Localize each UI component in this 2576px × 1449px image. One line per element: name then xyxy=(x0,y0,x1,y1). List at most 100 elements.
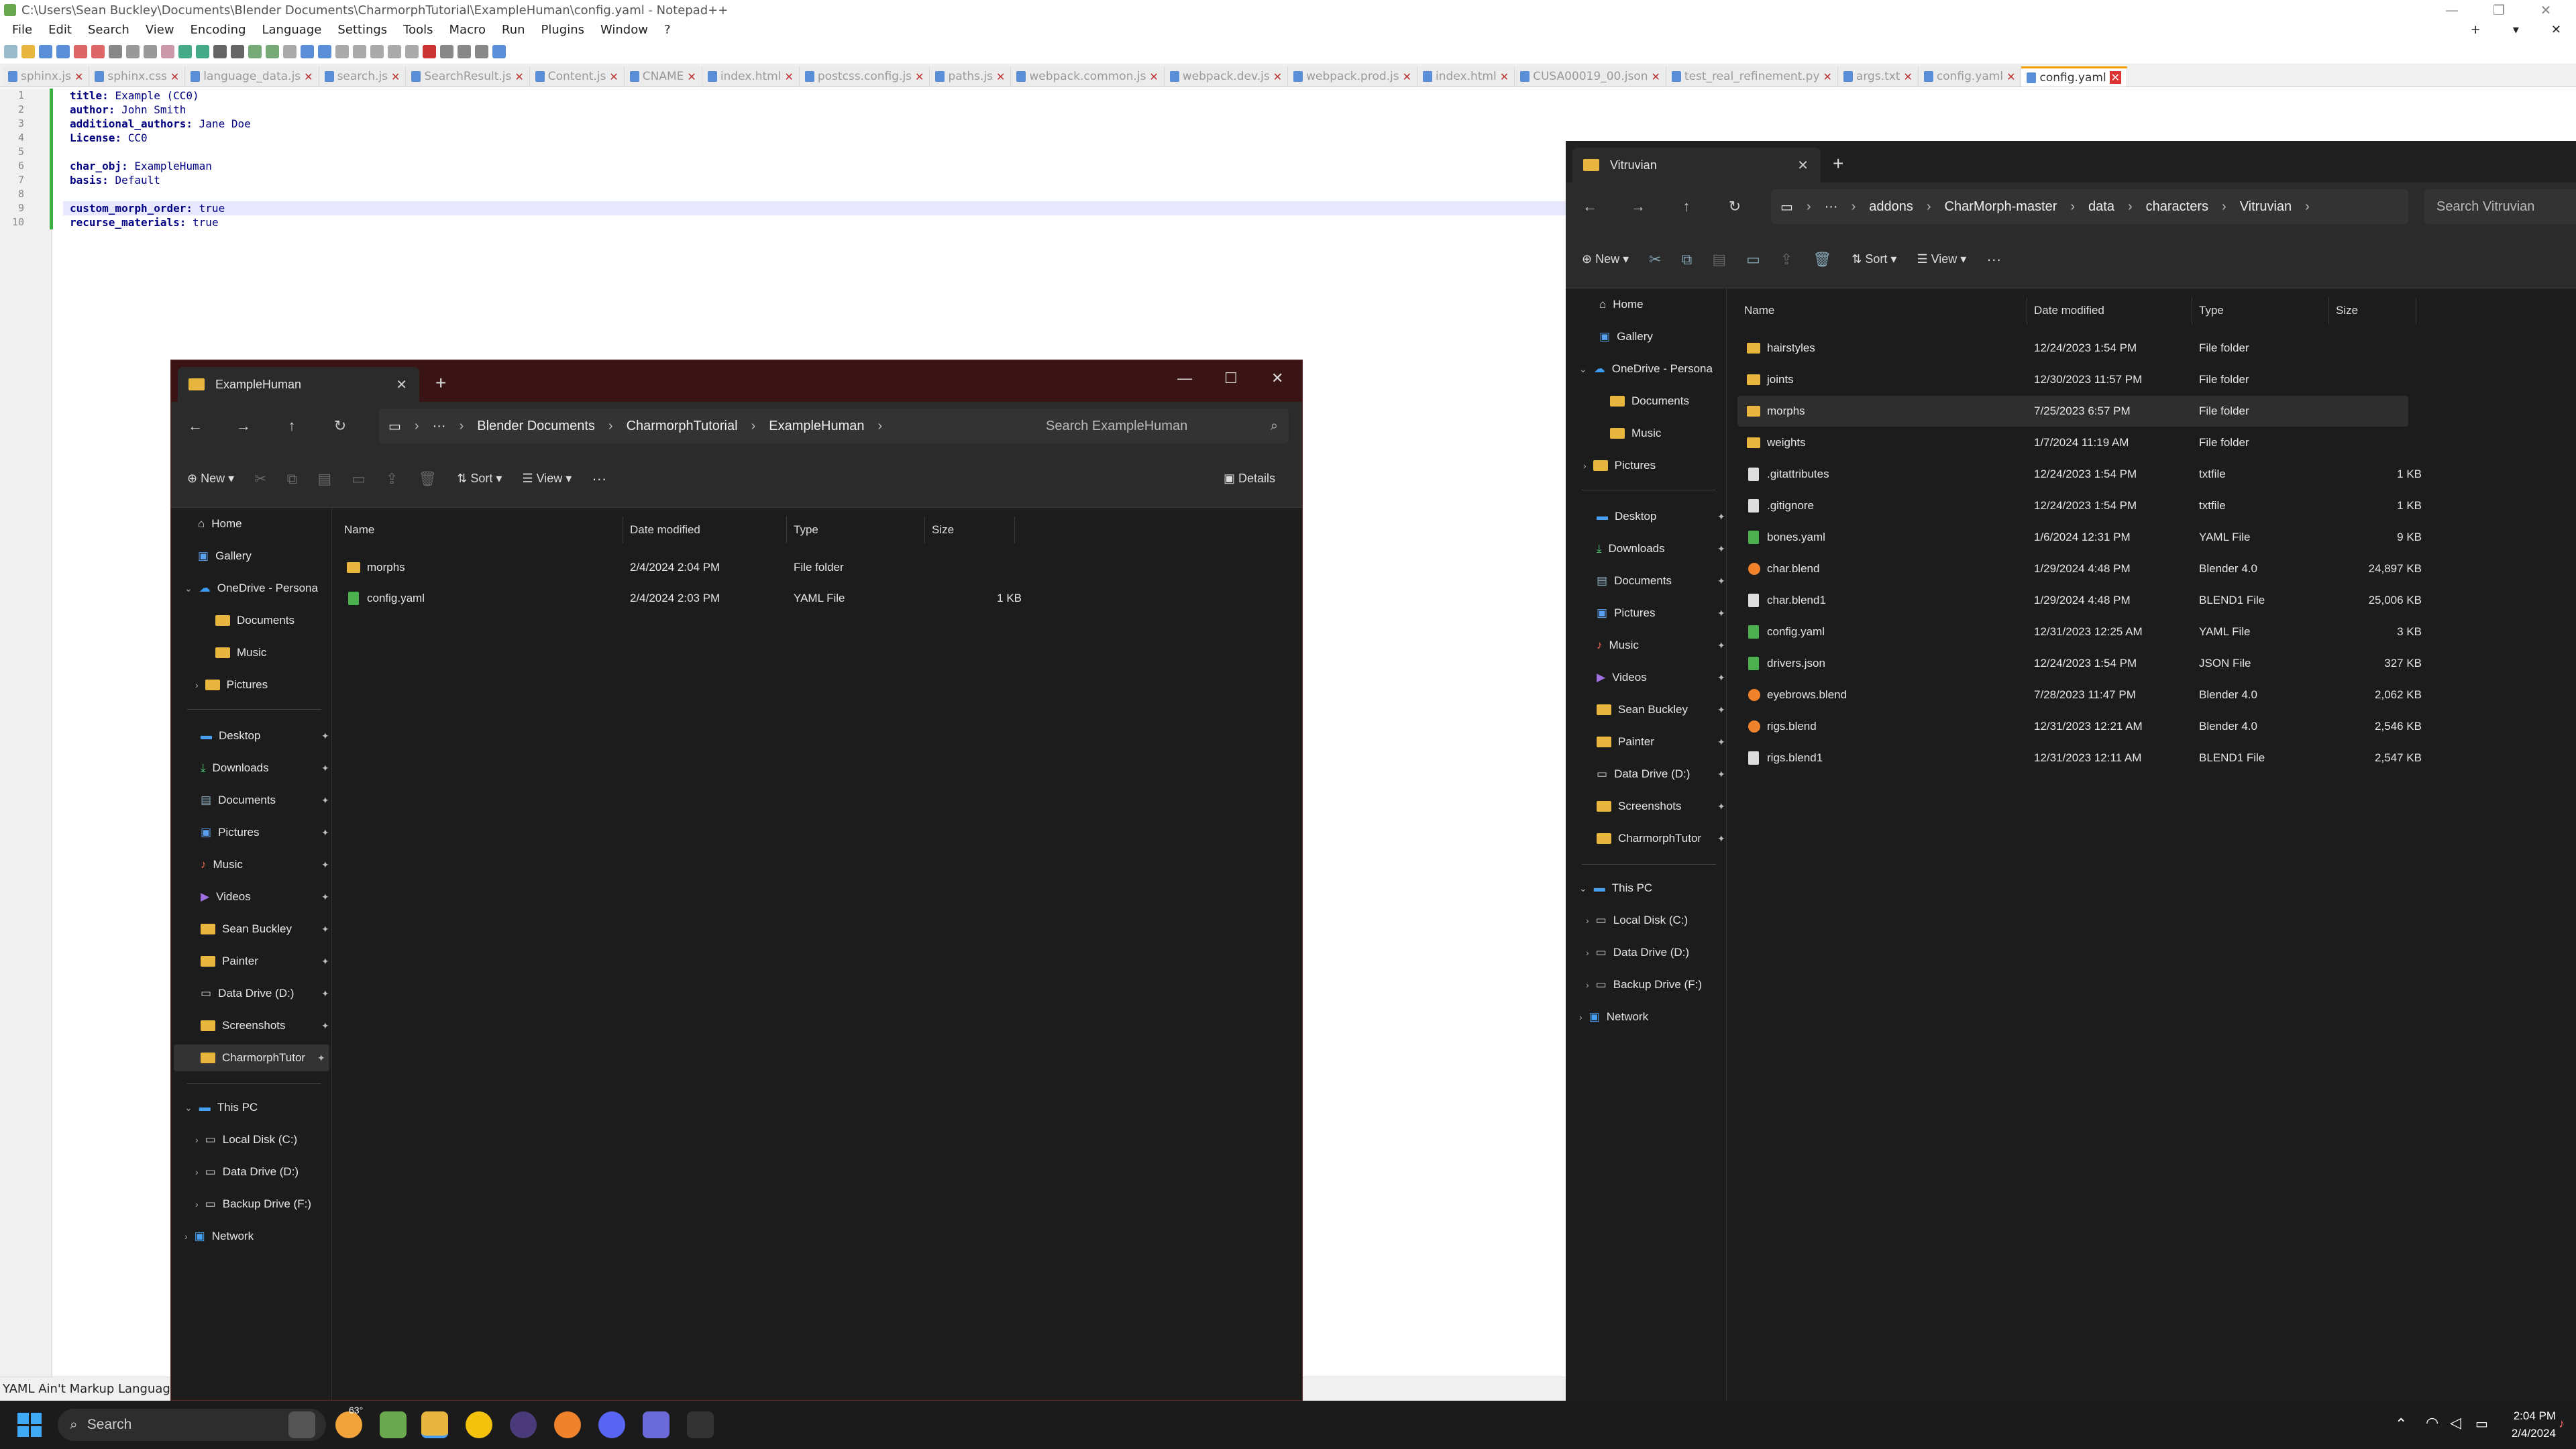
function-list-icon[interactable] xyxy=(370,44,384,58)
sort-button[interactable]: ⇅ Sort ▾ xyxy=(457,472,502,486)
wifi-icon[interactable]: ◠ xyxy=(2426,1414,2438,1432)
file-explorer-icon[interactable] xyxy=(421,1411,448,1438)
up-arrow-icon[interactable]: ↑ xyxy=(268,417,316,435)
blender-icon[interactable] xyxy=(554,1411,581,1438)
breadcrumb-item[interactable]: ExampleHuman xyxy=(769,419,864,434)
close-icon[interactable]: ✕ xyxy=(1149,70,1158,83)
breadcrumb-item[interactable]: Blender Documents xyxy=(477,419,595,434)
column-name[interactable]: Name xyxy=(337,517,623,543)
file-tab[interactable]: webpack.prod.js ✕ xyxy=(1288,66,1418,87)
file-tab[interactable]: webpack.common.js ✕ xyxy=(1011,66,1165,87)
notification-bell-icon[interactable]: ♪ xyxy=(2559,1417,2565,1431)
nav-charmorphtutorial[interactable]: CharmorphTutor ✦ xyxy=(174,1044,329,1071)
close-icon[interactable]: ✕ xyxy=(2006,70,2015,83)
close-button[interactable]: ✕ xyxy=(1271,370,1283,387)
delete-icon[interactable]: 🗑 xyxy=(418,470,437,488)
save-macro-icon[interactable] xyxy=(492,44,506,58)
close-icon[interactable]: ✕ xyxy=(609,70,618,83)
chevron-down-icon[interactable]: ⌄ xyxy=(1579,883,1587,894)
search-box[interactable]: Search Vitruvian xyxy=(2424,189,2576,224)
paste-icon[interactable]: ▤ xyxy=(317,470,331,488)
nav-local-disk[interactable]: › ▭ Local Disk (C:) xyxy=(1586,907,1688,934)
close-icon[interactable]: ✕ xyxy=(1652,70,1660,83)
column-date-modified[interactable]: Date modified xyxy=(2027,297,2192,324)
nav-data-drive-pc[interactable]: › ▭ Data Drive (D:) xyxy=(1586,939,1689,966)
monitoring-icon[interactable] xyxy=(405,44,419,58)
close-icon[interactable]: ✕ xyxy=(515,70,523,83)
nav-onedrive[interactable]: ⌄ ☁ OneDrive - Persona xyxy=(1579,356,1713,382)
chevron-up-icon[interactable]: ⌃ xyxy=(2395,1415,2407,1433)
folder-workspace-icon[interactable] xyxy=(388,44,401,58)
save-icon[interactable] xyxy=(39,44,52,58)
cut-icon[interactable]: ✂ xyxy=(254,470,266,488)
new-file-icon[interactable] xyxy=(4,44,17,58)
column-size[interactable]: Size xyxy=(2329,297,2416,324)
save-all-icon[interactable] xyxy=(56,44,70,58)
minimize-button[interactable]: — xyxy=(1177,370,1192,387)
paste-icon[interactable] xyxy=(161,44,174,58)
refresh-icon[interactable]: ↻ xyxy=(316,417,364,435)
file-row[interactable]: config.yaml 2/4/2024 2:03 PM YAML File 1… xyxy=(337,583,1022,614)
explorer-tab[interactable]: ExampleHuman ✕ xyxy=(178,367,419,402)
file-tab[interactable]: sphinx.js ✕ xyxy=(3,66,90,87)
menu-view[interactable]: View xyxy=(138,23,182,37)
discord-icon[interactable] xyxy=(598,1411,625,1438)
chevron-right-icon[interactable]: › xyxy=(1579,1012,1582,1022)
nav-desktop[interactable]: ▬ Desktop ✦ xyxy=(1597,503,1725,530)
zoom-in-icon[interactable] xyxy=(248,44,262,58)
file-tab[interactable]: index.html ✕ xyxy=(702,66,800,87)
nav-onedrive-documents[interactable]: Documents xyxy=(1610,388,1689,415)
nav-onedrive-documents[interactable]: Documents xyxy=(215,607,294,634)
indent-guide-icon[interactable] xyxy=(335,44,349,58)
close-icon[interactable]: ✕ xyxy=(1273,70,1282,83)
more-path-icon[interactable]: ··· xyxy=(433,419,446,434)
chevron-right-icon[interactable]: › xyxy=(1586,947,1589,958)
file-tab[interactable]: config.yaml ✕ xyxy=(1918,66,2022,87)
menu-tools[interactable]: Tools xyxy=(395,23,441,37)
chevron-right-icon[interactable]: › xyxy=(195,1134,199,1145)
show-all-chars-icon[interactable] xyxy=(318,44,331,58)
sync-scroll-icon[interactable] xyxy=(283,44,297,58)
file-row[interactable]: config.yaml 12/31/2023 12:25 AM YAML File 3… xyxy=(1737,616,2422,647)
nav-this-pc[interactable]: ⌄ ▬ This PC xyxy=(1579,875,1652,902)
more-options-icon[interactable]: ··· xyxy=(1986,251,2001,268)
chevron-down-icon[interactable]: ⌄ xyxy=(1579,364,1587,375)
nav-downloads[interactable]: ⤓ Downloads ✦ xyxy=(1597,535,1725,562)
breadcrumb-item[interactable]: data xyxy=(2088,199,2114,215)
refresh-icon[interactable]: ↻ xyxy=(1711,198,1759,215)
share-icon[interactable]: ⇪ xyxy=(1780,251,1792,268)
file-row[interactable]: eyebrows.blend 7/28/2023 11:47 PM Blender … xyxy=(1737,680,2422,710)
menu-settings[interactable]: Settings xyxy=(329,23,395,37)
copy-icon[interactable]: ⧉ xyxy=(287,470,298,488)
file-row[interactable]: morphs 2/4/2024 2:04 PM File folder xyxy=(337,552,1008,583)
file-tab[interactable]: sphinx.css ✕ xyxy=(89,66,186,87)
close-tab-button[interactable]: ✕ xyxy=(2543,23,2569,37)
file-row[interactable]: rigs.blend1 12/31/2023 12:11 AM BLEND1 Fil… xyxy=(1737,743,2422,773)
address-bar[interactable]: ▭ › ··· › addons › CharMorph-master › da… xyxy=(1771,189,2408,224)
new-button[interactable]: ⊕ New ▾ xyxy=(187,472,234,486)
nav-network[interactable]: › ▣ Network xyxy=(1579,1004,1648,1030)
close-icon[interactable]: ✕ xyxy=(996,70,1005,83)
chevron-right-icon[interactable]: › xyxy=(1583,460,1587,471)
nav-data-drive-pc[interactable]: › ▭ Data Drive (D:) xyxy=(195,1159,299,1185)
nav-onedrive-music[interactable]: Music xyxy=(1610,420,1661,447)
epic-games-icon[interactable] xyxy=(687,1411,714,1438)
nav-data-drive[interactable]: ▭ Data Drive (D:) ✦ xyxy=(1597,761,1725,788)
forward-arrow-icon[interactable]: → xyxy=(1614,198,1662,215)
task-view-icon[interactable] xyxy=(288,1411,315,1438)
nav-gallery[interactable]: ▣ Gallery xyxy=(1599,323,1653,350)
close-icon[interactable]: ✕ xyxy=(915,70,924,83)
copy-icon[interactable]: ⧉ xyxy=(1682,251,1693,268)
nav-documents[interactable]: ▤ Documents ✦ xyxy=(1597,568,1725,594)
file-row[interactable]: morphs 7/25/2023 6:57 PM File folder xyxy=(1737,396,2408,427)
file-tab[interactable]: test_real_refinement.py ✕ xyxy=(1666,66,1838,87)
back-arrow-icon[interactable]: ← xyxy=(1566,198,1614,215)
volume-icon[interactable]: ◁ xyxy=(2450,1414,2461,1432)
print-icon[interactable] xyxy=(109,44,122,58)
nav-documents[interactable]: ▤ Documents ✦ xyxy=(201,787,329,814)
close-icon[interactable]: ✕ xyxy=(1403,70,1411,83)
nav-onedrive-pictures[interactable]: › Pictures xyxy=(195,672,268,698)
chevron-right-icon[interactable]: › xyxy=(1586,979,1589,990)
stop-macro-icon[interactable] xyxy=(440,44,453,58)
zoom-out-icon[interactable] xyxy=(266,44,279,58)
